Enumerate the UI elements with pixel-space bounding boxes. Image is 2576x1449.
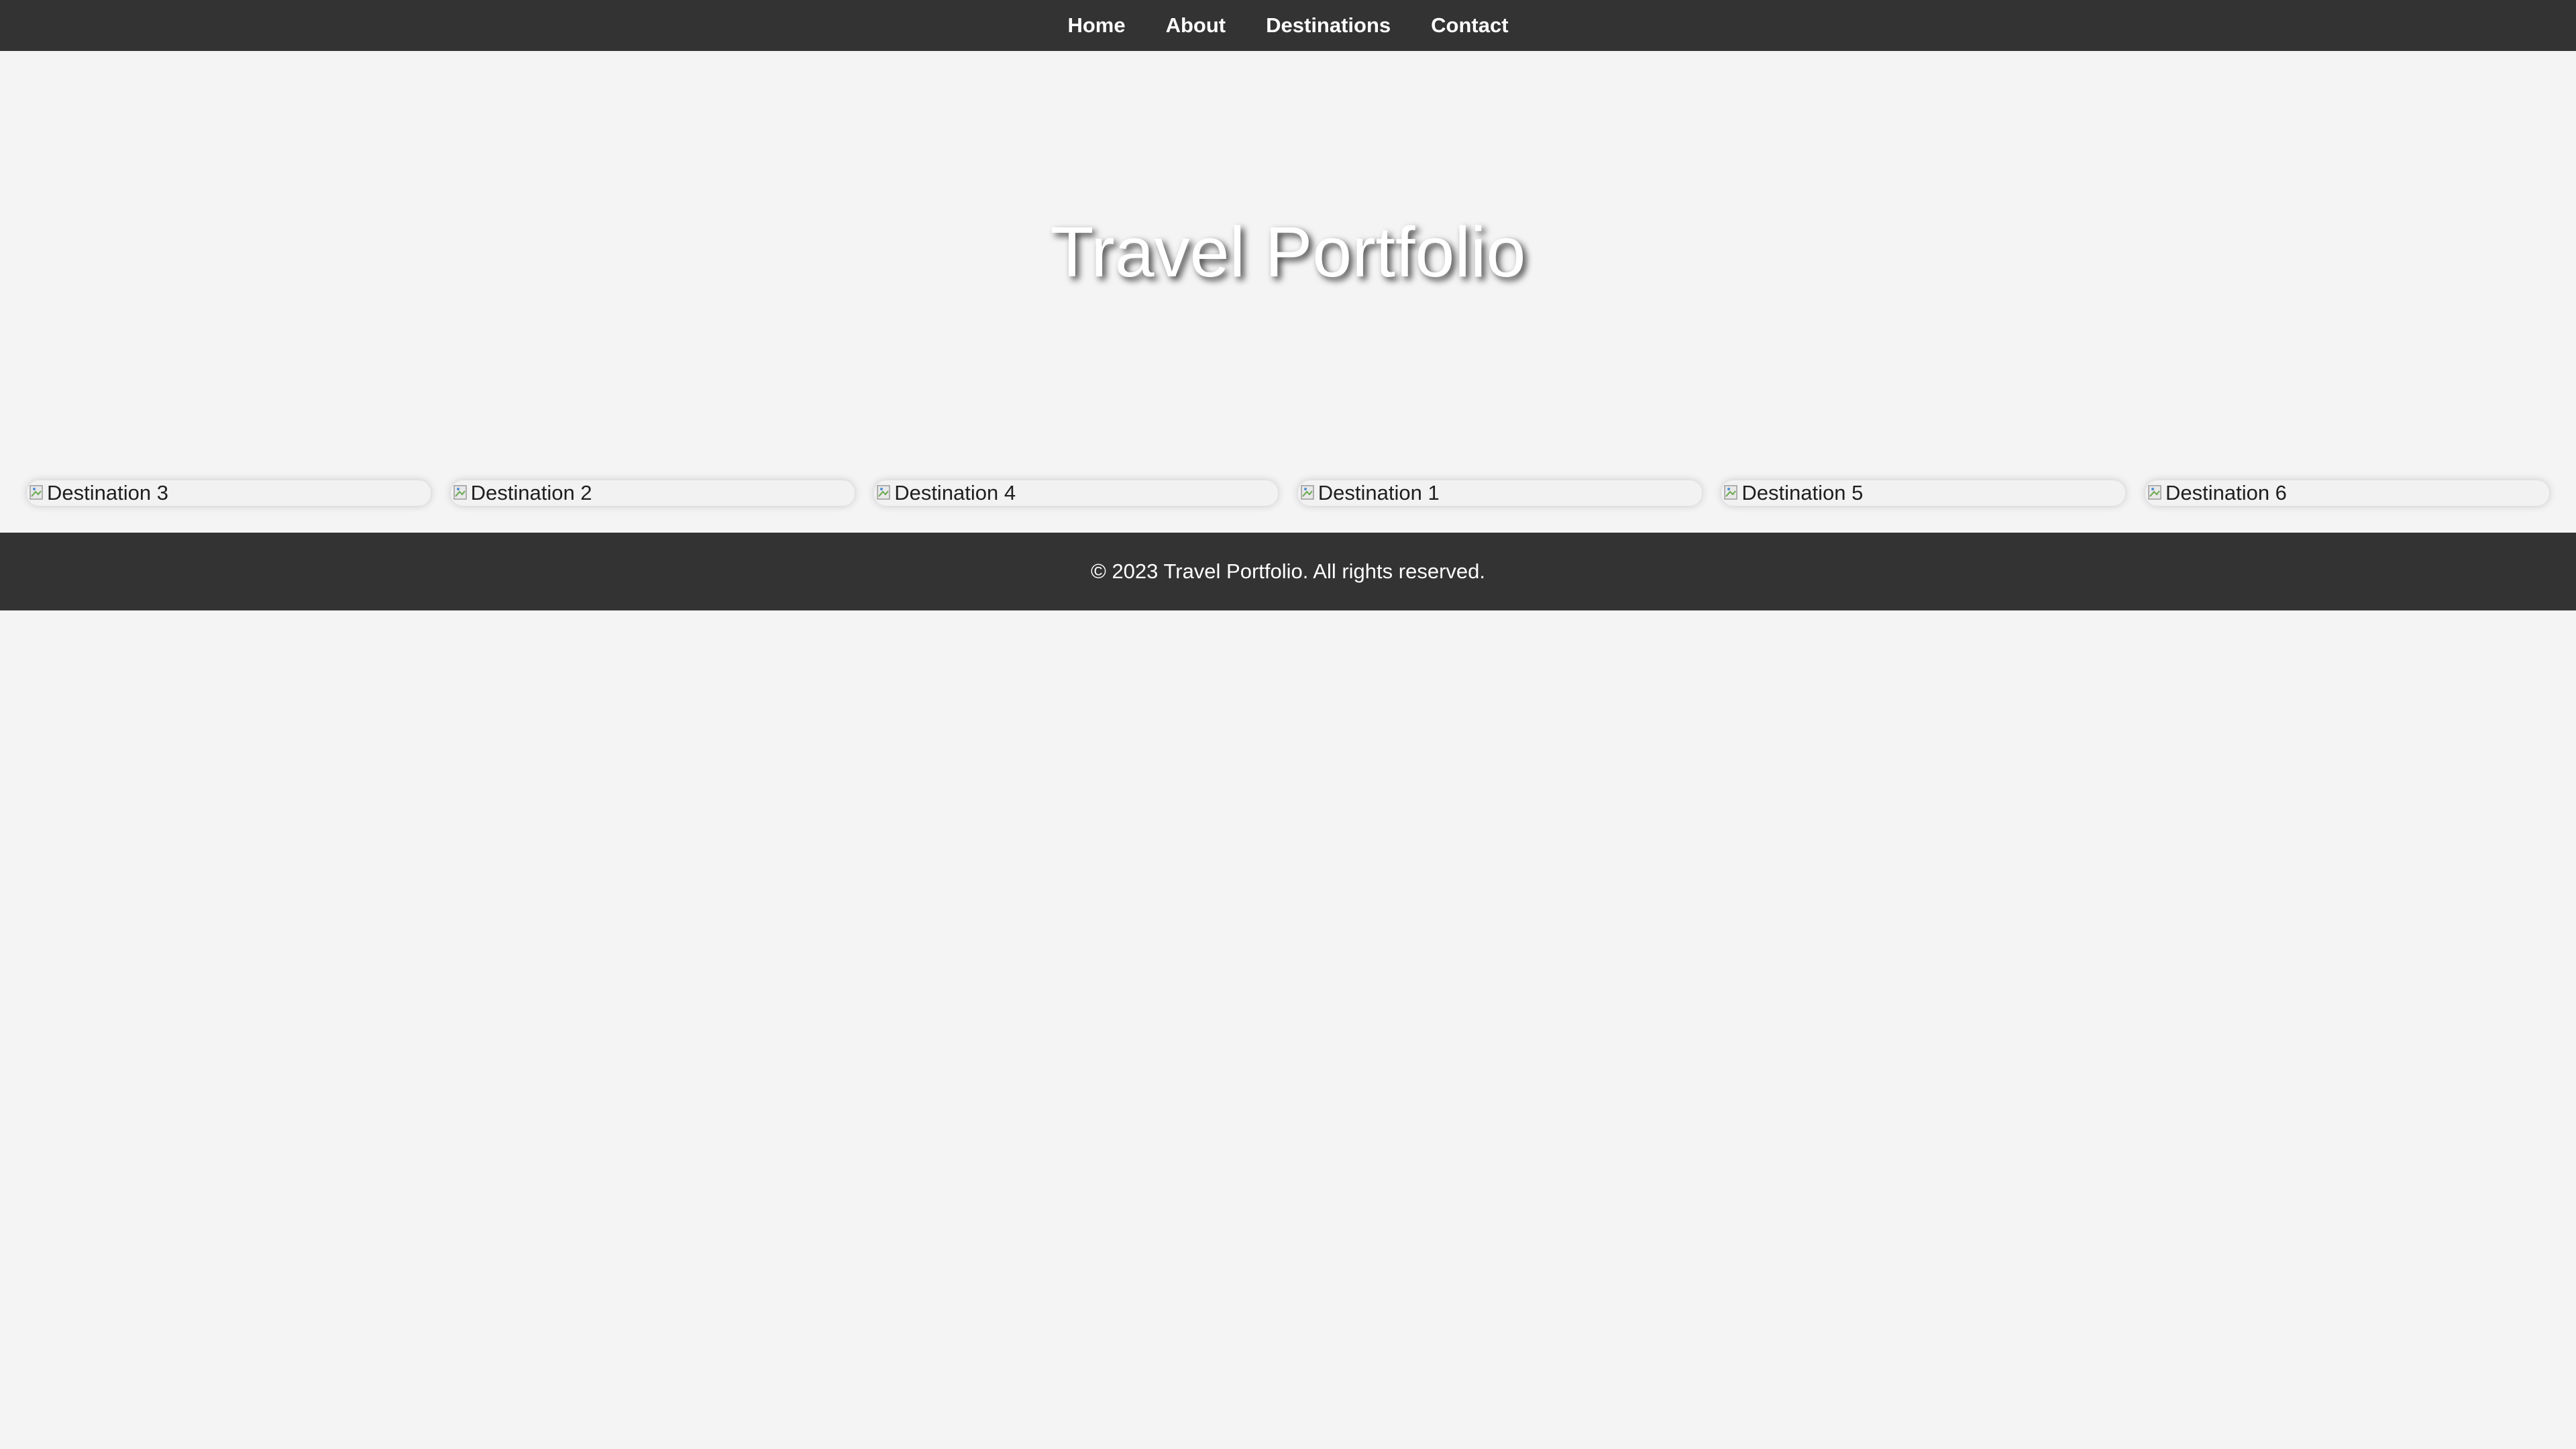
nav-link-home[interactable]: Home bbox=[1067, 0, 1125, 51]
gallery-item-label: Destination 5 bbox=[1741, 481, 1864, 504]
nav-link-about[interactable]: About bbox=[1166, 0, 1226, 51]
top-navbar: Home About Destinations Contact bbox=[0, 0, 2576, 51]
nav-link-destinations[interactable]: Destinations bbox=[1266, 0, 1391, 51]
page-footer: © 2023 Travel Portfolio. All rights rese… bbox=[0, 533, 2576, 610]
broken-image-icon bbox=[877, 485, 890, 500]
destination-gallery: Destination 3 Destination 2 Destination … bbox=[27, 480, 2549, 507]
gallery-item-label: Destination 1 bbox=[1318, 481, 1440, 504]
gallery-item-destination-5[interactable]: Destination 5 bbox=[1721, 480, 2126, 506]
broken-image-icon bbox=[453, 485, 467, 500]
gallery-item-destination-3[interactable]: Destination 3 bbox=[27, 480, 431, 506]
gallery-item-label: Destination 2 bbox=[470, 481, 592, 504]
broken-image-icon bbox=[1301, 485, 1314, 500]
gallery-item-destination-6[interactable]: Destination 6 bbox=[2145, 480, 2549, 506]
gallery-item-destination-4[interactable]: Destination 4 bbox=[874, 480, 1279, 506]
gallery-item-label: Destination 6 bbox=[2165, 481, 2287, 504]
broken-image-icon bbox=[30, 485, 43, 500]
broken-image-icon bbox=[1724, 485, 1738, 500]
broken-image-icon bbox=[2148, 485, 2161, 500]
gallery-item-destination-2[interactable]: Destination 2 bbox=[450, 480, 855, 506]
gallery-item-label: Destination 3 bbox=[47, 481, 168, 504]
nav-link-contact[interactable]: Contact bbox=[1431, 0, 1508, 51]
footer-copyright: © 2023 Travel Portfolio. All rights rese… bbox=[1090, 559, 1485, 583]
hero-title: Travel Portfolio bbox=[1050, 212, 1526, 292]
hero-section: Travel Portfolio bbox=[0, 51, 2576, 453]
gallery-item-destination-1[interactable]: Destination 1 bbox=[1297, 480, 1702, 506]
gallery-item-label: Destination 4 bbox=[894, 481, 1016, 504]
